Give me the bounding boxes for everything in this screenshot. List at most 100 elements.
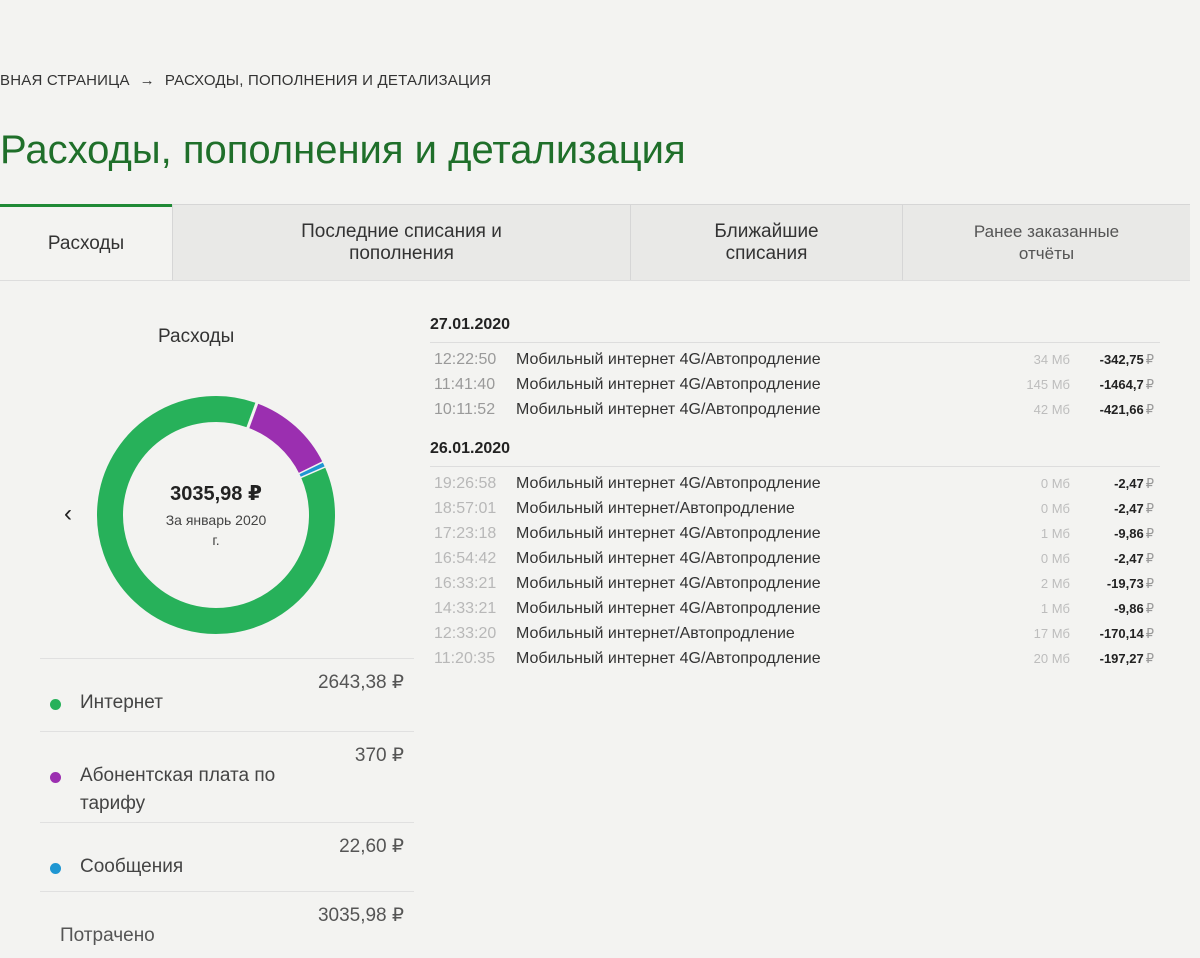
transaction-row[interactable]: 16:54:42 Мобильный интернет 4G/Автопродл… bbox=[430, 546, 1160, 571]
legend-label-total: Потрачено bbox=[60, 925, 155, 946]
legend-item-total: Потрачено 3035,98 ₽ bbox=[40, 891, 414, 958]
transaction-row[interactable]: 14:33:21 Мобильный интернет 4G/Автопродл… bbox=[430, 596, 1160, 621]
tab-expenses-label: Расходы bbox=[47, 232, 125, 254]
currency-icon: ₽ bbox=[1145, 651, 1154, 666]
legend-value-tariff: 370 ₽ bbox=[354, 745, 404, 766]
transaction-time: 12:22:50 bbox=[434, 351, 497, 368]
transaction-amount-value: -421,66 bbox=[1099, 402, 1144, 417]
donut-center: 3035,98 ₽ За январь 2020 г. bbox=[96, 395, 336, 635]
transaction-amount: -342,75 ₽ bbox=[1100, 347, 1154, 372]
breadcrumb-home-link[interactable]: ВНАЯ СТРАНИЦА bbox=[0, 72, 130, 89]
transaction-volume: 2 Мб bbox=[1040, 576, 1070, 591]
transaction-amount: -2,47 ₽ bbox=[1114, 471, 1154, 496]
currency-icon: ₽ bbox=[1145, 352, 1154, 367]
chevron-left-icon[interactable]: ‹ bbox=[64, 502, 72, 526]
transaction-amount: -1464,7 ₽ bbox=[1100, 372, 1154, 397]
transaction-volume: 0 Мб bbox=[1040, 551, 1070, 566]
transaction-amount-value: -2,47 bbox=[1114, 476, 1144, 491]
transaction-amount-value: -197,27 bbox=[1099, 651, 1144, 666]
breadcrumb-arrow-icon: → bbox=[139, 72, 155, 89]
transaction-description: Мобильный интернет 4G/Автопродление bbox=[516, 376, 821, 393]
legend-item-tariff: Абонентская плата по тарифу 370 ₽ bbox=[40, 731, 414, 822]
transaction-description: Мобильный интернет/Автопродление bbox=[516, 625, 795, 642]
tab-recent-transactions-label-2: пополнения bbox=[349, 242, 454, 264]
breadcrumb: ВНАЯ СТРАНИЦА → РАСХОДЫ, ПОПОЛНЕНИЯ И ДЕТА… bbox=[0, 72, 491, 89]
transaction-row[interactable]: 11:41:40 Мобильный интернет 4G/Автопродл… bbox=[430, 372, 1160, 397]
transaction-time: 11:41:40 bbox=[434, 376, 496, 393]
transaction-row[interactable]: 12:22:50 Мобильный интернет 4G/Автопродл… bbox=[430, 347, 1160, 372]
transaction-amount-value: -2,47 bbox=[1114, 551, 1144, 566]
day-date: 27.01.2020 bbox=[430, 316, 1160, 343]
transaction-amount: -197,27 ₽ bbox=[1100, 646, 1154, 671]
transaction-amount-value: -9,86 bbox=[1114, 526, 1144, 541]
tab-expenses[interactable]: Расходы bbox=[0, 204, 172, 280]
transaction-description: Мобильный интернет 4G/Автопродление bbox=[516, 401, 821, 418]
transaction-amount: -9,86 ₽ bbox=[1114, 596, 1154, 621]
transaction-row[interactable]: 17:23:18 Мобильный интернет 4G/Автопродл… bbox=[430, 521, 1160, 546]
transaction-volume: 1 Мб bbox=[1040, 526, 1070, 541]
transaction-time: 12:33:20 bbox=[434, 625, 497, 642]
transaction-time: 19:26:58 bbox=[434, 475, 497, 492]
transaction-amount: -170,14 ₽ bbox=[1100, 621, 1154, 646]
transaction-description: Мобильный интернет 4G/Автопродление bbox=[516, 475, 821, 492]
transaction-row[interactable]: 16:33:21 Мобильный интернет 4G/Автопродл… bbox=[430, 571, 1160, 596]
donut-period: За январь 2020 г. bbox=[165, 511, 267, 548]
transaction-row[interactable]: 12:33:20 Мобильный интернет/Автопродлени… bbox=[430, 621, 1160, 646]
currency-icon: ₽ bbox=[1145, 551, 1154, 566]
transaction-amount-value: -1464,7 bbox=[1099, 377, 1144, 392]
legend-dot-messages bbox=[50, 863, 61, 874]
transaction-volume: 42 Мб bbox=[1033, 402, 1070, 417]
transaction-description: Мобильный интернет 4G/Автопродление bbox=[516, 525, 821, 542]
transaction-amount-value: -2,47 bbox=[1114, 501, 1144, 516]
currency-icon: ₽ bbox=[1145, 526, 1154, 541]
currency-icon: ₽ bbox=[1145, 377, 1154, 392]
transactions-list: 27.01.2020 12:22:50 Мобильный интернет 4… bbox=[430, 316, 1160, 689]
transaction-amount: -2,47 ₽ bbox=[1114, 546, 1154, 571]
expenses-summary-title: Расходы bbox=[158, 326, 235, 347]
transaction-time: 11:20:35 bbox=[434, 650, 496, 667]
transaction-time: 14:33:21 bbox=[434, 600, 497, 617]
legend-dot-tariff bbox=[50, 772, 61, 783]
transaction-volume: 145 Мб bbox=[1026, 377, 1070, 392]
transaction-volume: 20 Мб bbox=[1033, 651, 1070, 666]
tab-upcoming-charges[interactable]: Ближайшие списания bbox=[630, 204, 902, 280]
currency-icon: ₽ bbox=[1145, 626, 1154, 641]
transaction-amount: -421,66 ₽ bbox=[1100, 397, 1154, 422]
legend-item-messages: Сообщения 22,60 ₽ bbox=[40, 822, 414, 891]
transaction-description: Мобильный интернет 4G/Автопродление bbox=[516, 650, 821, 667]
transaction-volume: 0 Мб bbox=[1040, 476, 1070, 491]
tab-ordered-reports-label-2: отчёты bbox=[1018, 243, 1075, 263]
tab-bar: Расходы Последние списания и пополнения … bbox=[0, 204, 1190, 281]
transaction-time: 10:11:52 bbox=[434, 401, 496, 418]
transaction-row[interactable]: 10:11:52 Мобильный интернет 4G/Автопродл… bbox=[430, 397, 1160, 422]
transaction-row[interactable]: 11:20:35 Мобильный интернет 4G/Автопродл… bbox=[430, 646, 1160, 671]
tab-ordered-reports[interactable]: Ранее заказанные отчёты bbox=[902, 204, 1190, 280]
transaction-row[interactable]: 19:26:58 Мобильный интернет 4G/Автопродл… bbox=[430, 471, 1160, 496]
legend-item-internet: Интернет 2643,38 ₽ bbox=[40, 658, 414, 731]
transaction-amount-value: -19,73 bbox=[1106, 576, 1144, 591]
transaction-amount: -19,73 ₽ bbox=[1107, 571, 1154, 596]
currency-icon: ₽ bbox=[1145, 501, 1154, 516]
transaction-volume: 1 Мб bbox=[1040, 601, 1070, 616]
currency-icon: ₽ bbox=[1145, 576, 1154, 591]
tab-upcoming-charges-label-1: Ближайшие bbox=[714, 220, 819, 242]
currency-icon: ₽ bbox=[1145, 601, 1154, 616]
transaction-volume: 0 Мб bbox=[1040, 501, 1070, 516]
expenses-legend: Интернет 2643,38 ₽ Абонентская плата по … bbox=[40, 658, 414, 958]
legend-dot-internet bbox=[50, 699, 61, 710]
donut-total: 3035,98 ₽ bbox=[170, 482, 262, 505]
legend-value-internet: 2643,38 ₽ bbox=[317, 672, 404, 693]
legend-label-messages: Сообщения bbox=[80, 856, 184, 877]
transaction-description: Мобильный интернет 4G/Автопродление bbox=[516, 600, 821, 617]
transaction-row[interactable]: 18:57:01 Мобильный интернет/Автопродлени… bbox=[430, 496, 1160, 521]
tab-upcoming-charges-label-2: списания bbox=[725, 242, 808, 264]
transaction-amount-value: -170,14 bbox=[1099, 626, 1144, 641]
transaction-time: 16:33:21 bbox=[434, 575, 497, 592]
legend-label-internet: Интернет bbox=[80, 692, 163, 713]
tab-recent-transactions[interactable]: Последние списания и пополнения bbox=[172, 204, 630, 280]
transaction-volume: 17 Мб bbox=[1033, 626, 1070, 641]
transaction-amount-value: -342,75 bbox=[1099, 352, 1144, 367]
expenses-donut: 3035,98 ₽ За январь 2020 г. bbox=[96, 395, 336, 635]
day-group: 26.01.2020 19:26:58 Мобильный интернет 4… bbox=[430, 440, 1160, 671]
transaction-description: Мобильный интернет/Автопродление bbox=[516, 500, 795, 517]
